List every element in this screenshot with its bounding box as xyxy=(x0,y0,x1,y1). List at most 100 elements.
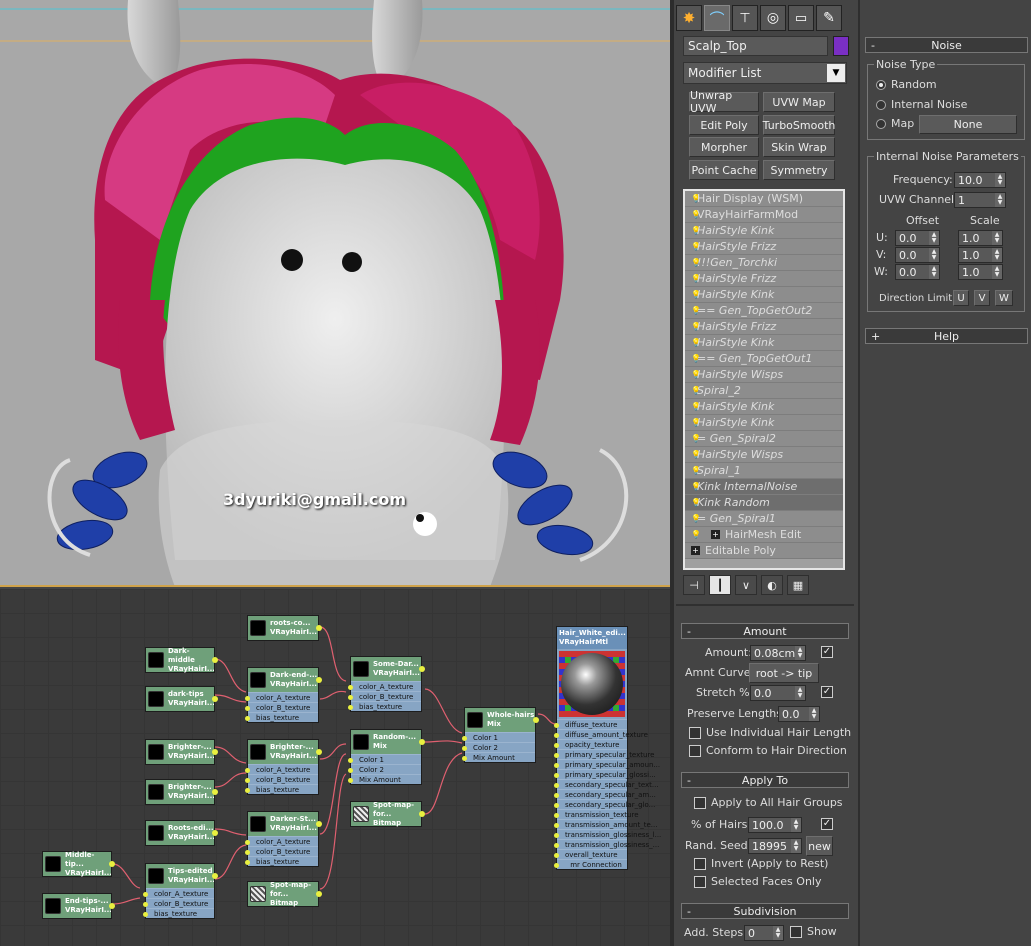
stack-item[interactable]: 💡 Hair Display (WSM) xyxy=(685,191,843,207)
node-input-slot[interactable]: Color 2 xyxy=(348,764,421,774)
material-node[interactable]: Middle-tip... VRayHairI... xyxy=(42,851,115,877)
node-header[interactable]: Brighter-... VRayHairI... xyxy=(146,740,214,764)
stack-item[interactable]: 💡 HairStyle Wisps xyxy=(685,367,843,383)
node-header[interactable]: Darker-St... VRayHairI... xyxy=(248,812,318,836)
add-steps-spinner[interactable]: 0 ▲ ▼ xyxy=(744,925,784,941)
skin-wrap-button[interactable]: Skin Wrap xyxy=(763,137,835,157)
material-input-slot[interactable]: transmission_glossiness_l... xyxy=(554,829,661,839)
modify-tab[interactable]: ⌒ xyxy=(704,5,730,31)
node-output-socket[interactable] xyxy=(316,821,322,827)
utilities-tab[interactable]: ✎ xyxy=(816,5,842,31)
material-node[interactable]: Whole-hairs Mix Color 1 Color 2 Mix Amount xyxy=(462,707,539,763)
node-output-socket[interactable] xyxy=(212,696,218,702)
material-input-slot[interactable]: diffuse_texture xyxy=(554,719,627,729)
noise-rollout-header[interactable]: - Noise xyxy=(865,37,1028,53)
material-node[interactable]: roots-co... VRayHairI... xyxy=(247,615,322,641)
node-header[interactable]: Random-... Mix xyxy=(351,730,421,754)
edit-poly-button[interactable]: Edit Poly xyxy=(689,115,759,135)
conform-direction-checkbox[interactable] xyxy=(689,745,701,757)
motion-tab[interactable]: ◎ xyxy=(760,5,786,31)
slate-material-editor[interactable]: roots-co... VRayHairI... Dark-middle VRayHa… xyxy=(0,589,670,946)
stack-item[interactable]: 💡 Kink InternalNoise xyxy=(685,479,843,495)
material-input-slot[interactable]: primary_specular_glossi... xyxy=(554,769,656,779)
stack-item[interactable]: 💡 == Gen_TopGetOut2 xyxy=(685,303,843,319)
modifier-list-dropdown[interactable]: Modifier List ▼ xyxy=(683,62,847,84)
material-node[interactable]: dark-tips VRayHairI... xyxy=(145,686,218,712)
node-input-slot[interactable]: color_A_texture xyxy=(143,888,214,898)
material-node[interactable]: Darker-St... VRayHairI... color_A_texture c… xyxy=(245,811,322,867)
unwrap-uvw-button[interactable]: Unwrap UVW xyxy=(689,89,759,115)
uvw-channel-spinner[interactable]: 1 ▲ ▼ xyxy=(954,192,1006,208)
node-input-slot[interactable]: color_B_texture xyxy=(245,774,318,784)
rand-seed-spinner[interactable]: 18995 ▲ ▼ xyxy=(748,838,802,854)
noise-panel[interactable]: - Noise Noise Type Random Internal Noise… xyxy=(858,0,1031,946)
material-input-slot[interactable]: transmission_texture xyxy=(554,809,639,819)
node-output-socket[interactable] xyxy=(109,903,115,909)
percent-map-checkbox[interactable]: ✓ xyxy=(821,818,833,830)
material-node[interactable]: Some-Dar... VRayHairI... color_A_texture co… xyxy=(348,656,425,712)
show-steps-checkbox[interactable] xyxy=(790,926,802,938)
node-header[interactable]: Brighter-... VRayHairI... xyxy=(248,740,318,764)
material-input-slot[interactable]: transmission_glossiness_... xyxy=(554,839,659,849)
make-unique-icon[interactable]: ∨ xyxy=(735,575,757,595)
node-input-slot[interactable]: color_B_texture xyxy=(245,702,318,712)
node-input-slot[interactable]: color_A_texture xyxy=(245,836,318,846)
frequency-spinner[interactable]: 10.0 ▲ ▼ xyxy=(954,172,1006,188)
node-input-slot[interactable]: Mix Amount xyxy=(348,774,421,784)
node-input-slot[interactable]: bias_texture xyxy=(245,712,318,722)
turbosmooth-button[interactable]: TurboSmooth xyxy=(763,115,835,135)
node-input-slot[interactable]: bias_texture xyxy=(245,856,318,866)
u-offset-spinner[interactable]: 0.0 ▲ ▼ xyxy=(895,230,940,246)
spinner-arrows-icon[interactable]: ▲ ▼ xyxy=(992,231,1002,245)
node-header[interactable]: Dark-end-... VRayHairI... xyxy=(248,668,318,692)
perspective-viewport[interactable]: 3dyuriki@gmail.com xyxy=(0,0,670,587)
uvw-map-button[interactable]: UVW Map xyxy=(763,92,835,112)
stack-item[interactable]: 💡 + HairMesh Edit xyxy=(685,527,843,543)
stack-item[interactable]: 💡 HairStyle Frizz xyxy=(685,271,843,287)
material-node[interactable]: Spot-map-for... Bitmap xyxy=(247,881,322,907)
node-output-socket[interactable] xyxy=(212,789,218,795)
percent-hairs-spinner[interactable]: 100.0 ▲ ▼ xyxy=(748,817,802,833)
spinner-arrows-icon[interactable]: ▲ ▼ xyxy=(995,173,1005,187)
spinner-arrows-icon[interactable]: ▲ ▼ xyxy=(992,265,1002,279)
node-output-socket[interactable] xyxy=(212,873,218,879)
spinner-arrows-icon[interactable]: ▲ ▼ xyxy=(929,231,939,245)
spinner-arrows-icon[interactable]: ▲ ▼ xyxy=(992,248,1002,262)
configure-sets-icon[interactable]: ▦ xyxy=(787,575,809,595)
amnt-curve-button[interactable]: root -> tip xyxy=(749,663,819,683)
node-output-socket[interactable] xyxy=(109,861,115,867)
node-input-slot[interactable]: color_A_texture xyxy=(245,764,318,774)
vray-hair-mtl-node[interactable]: Hair_White_edi... VRayHairMtl diffuse_text… xyxy=(554,626,661,870)
show-end-result-icon[interactable]: ┃ xyxy=(709,575,731,595)
stack-item[interactable]: 💡 HairStyle Frizz xyxy=(685,319,843,335)
modifier-stack[interactable]: 💡 Hair Display (WSM) 💡 VRayHairFarmMod 💡 Hair… xyxy=(683,189,845,570)
stack-item[interactable]: 💡 !!!Gen_Torchki xyxy=(685,255,843,271)
material-node[interactable]: Random-... Mix Color 1 Color 2 Mix Amount xyxy=(348,729,425,785)
material-node[interactable]: Tips-edited VRayHairI... color_A_texture co… xyxy=(143,863,218,919)
material-node-header[interactable]: Hair_White_edi... VRayHairMtl xyxy=(557,627,627,649)
v-scale-spinner[interactable]: 1.0 ▲ ▼ xyxy=(958,247,1003,263)
help-rollout-header[interactable]: + Help xyxy=(865,328,1028,344)
material-node[interactable]: Brighter-... VRayHairI... xyxy=(145,739,218,765)
stack-item[interactable]: 💡 == Gen_TopGetOut1 xyxy=(685,351,843,367)
stack-item[interactable]: 💡 HairStyle Kink xyxy=(685,335,843,351)
node-header[interactable]: roots-co... VRayHairI... xyxy=(248,616,318,640)
material-node[interactable]: End-tips-... VRayHairI... xyxy=(42,893,115,919)
material-node[interactable]: Dark-end-... VRayHairI... color_A_texture c… xyxy=(245,667,322,723)
random-radio[interactable] xyxy=(876,80,886,90)
remove-modifier-icon[interactable]: ◐ xyxy=(761,575,783,595)
spinner-arrows-icon[interactable]: ▲ ▼ xyxy=(929,265,939,279)
invert-checkbox[interactable] xyxy=(694,858,706,870)
spinner-arrows-icon[interactable]: ▲ ▼ xyxy=(929,248,939,262)
node-header[interactable]: Middle-tip... VRayHairI... xyxy=(43,851,111,877)
stack-item[interactable]: 💡 = Gen_Spiral1 xyxy=(685,511,843,527)
spinner-arrows-icon[interactable]: ▲ ▼ xyxy=(995,193,1005,207)
display-tab[interactable]: ▭ xyxy=(788,5,814,31)
material-input-slot[interactable]: secondary_specular_am... xyxy=(554,789,656,799)
stack-item[interactable]: 💡 HairStyle Kink xyxy=(685,399,843,415)
node-header[interactable]: Tips-edited VRayHairI... xyxy=(146,864,214,888)
node-header[interactable]: Roots-edi... VRayHairI... xyxy=(146,821,214,845)
apply-all-groups-checkbox[interactable] xyxy=(694,797,706,809)
material-input-slot[interactable]: primary_specular_texture xyxy=(554,749,654,759)
node-output-socket[interactable] xyxy=(316,625,322,631)
